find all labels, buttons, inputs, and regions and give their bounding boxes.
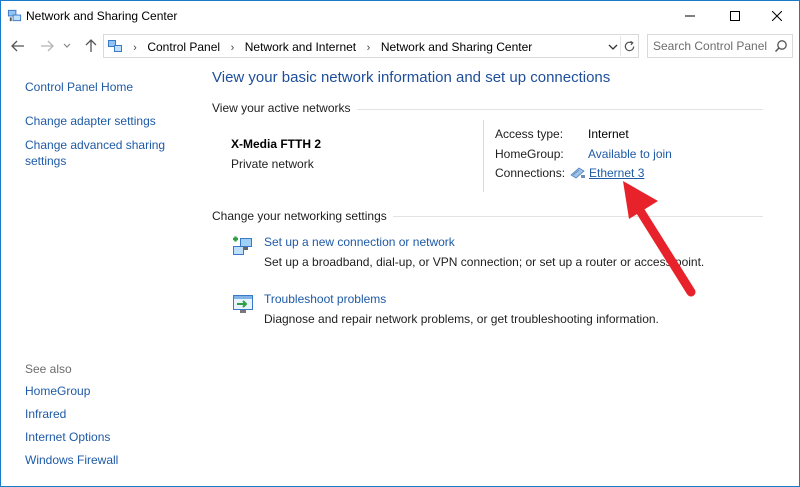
access-type-value: Internet [588, 127, 629, 141]
sidebar-link-change-advanced-sharing-settings[interactable]: Change advanced sharing settings [25, 137, 175, 169]
window-title: Network and Sharing Center [26, 9, 178, 23]
see-also-link-internet-options[interactable]: Internet Options [25, 429, 110, 445]
access-type-label: Access type: [495, 127, 564, 141]
network-name: X-Media FTTH 2 [231, 137, 322, 151]
sidebar-link-change-adapter-settings[interactable]: Change adapter settings [25, 113, 156, 129]
see-also-label: See also [25, 362, 72, 376]
annotation-arrow-icon [623, 181, 696, 297]
refresh-icon [624, 40, 635, 51]
chevron-down-icon [63, 43, 71, 48]
close-icon [771, 10, 782, 21]
setup-new-connection-link[interactable]: Set up a new connection or network [264, 235, 455, 249]
breadcrumb-network-sharing-center[interactable]: Network and Sharing Center [381, 40, 532, 54]
close-button[interactable] [754, 1, 799, 30]
breadcrumb-separator-icon[interactable]: › [126, 42, 144, 54]
breadcrumb: › Control Panel › Network and Internet ›… [126, 40, 532, 54]
address-dropdown-icon[interactable] [606, 40, 620, 54]
navigation-bar: › Control Panel › Network and Internet ›… [1, 30, 799, 62]
recent-locations-button[interactable] [62, 38, 72, 54]
sidebar-link-control-panel-home[interactable]: Control Panel Home [25, 79, 133, 95]
troubleshoot-icon [233, 295, 253, 313]
troubleshoot-problems-description: Diagnose and repair network problems, or… [264, 312, 659, 326]
new-connection-icon [233, 236, 252, 255]
arrow-left-icon [11, 40, 24, 52]
breadcrumb-separator-icon[interactable]: › [360, 42, 378, 54]
connections-label: Connections: [495, 166, 566, 180]
forward-button[interactable] [39, 38, 55, 54]
minimize-icon [684, 15, 695, 16]
refresh-button[interactable] [620, 36, 638, 56]
search-icon[interactable] [774, 39, 788, 53]
troubleshoot-problems-link[interactable]: Troubleshoot problems [264, 292, 386, 306]
minimize-button[interactable] [667, 1, 712, 30]
arrow-right-icon [41, 40, 54, 52]
window: Network and Sharing Center › Control Pan… [0, 0, 800, 487]
title-bar: Network and Sharing Center [1, 1, 799, 30]
breadcrumb-separator-icon[interactable]: › [223, 42, 241, 54]
arrow-up-icon [85, 39, 97, 52]
ethernet-icon [570, 167, 585, 179]
active-networks-heading: View your active networks [212, 101, 357, 115]
back-button[interactable] [10, 38, 26, 54]
homegroup-label: HomeGroup: [495, 147, 564, 161]
network-center-icon [7, 9, 22, 22]
breadcrumb-network-and-internet[interactable]: Network and Internet [245, 40, 356, 54]
sidebar: Control Panel Home Change adapter settin… [1, 62, 206, 486]
search-box[interactable] [647, 34, 793, 58]
network-divider [483, 120, 484, 192]
see-also-link-infrared[interactable]: Infrared [25, 406, 66, 422]
see-also-link-homegroup[interactable]: HomeGroup [25, 383, 90, 399]
network-category[interactable]: Private network [231, 157, 314, 171]
search-input[interactable] [653, 38, 771, 54]
address-bar[interactable]: › Control Panel › Network and Internet ›… [103, 34, 639, 58]
networking-settings-heading: Change your networking settings [212, 209, 393, 223]
homegroup-link[interactable]: Available to join [588, 147, 672, 161]
page-title: View your basic network information and … [212, 69, 611, 86]
maximize-icon [729, 10, 740, 21]
see-also-link-windows-firewall[interactable]: Windows Firewall [25, 452, 118, 468]
breadcrumb-control-panel[interactable]: Control Panel [147, 40, 220, 54]
up-button[interactable] [83, 38, 99, 54]
maximize-button[interactable] [712, 1, 757, 30]
control-panel-icon [108, 40, 122, 52]
